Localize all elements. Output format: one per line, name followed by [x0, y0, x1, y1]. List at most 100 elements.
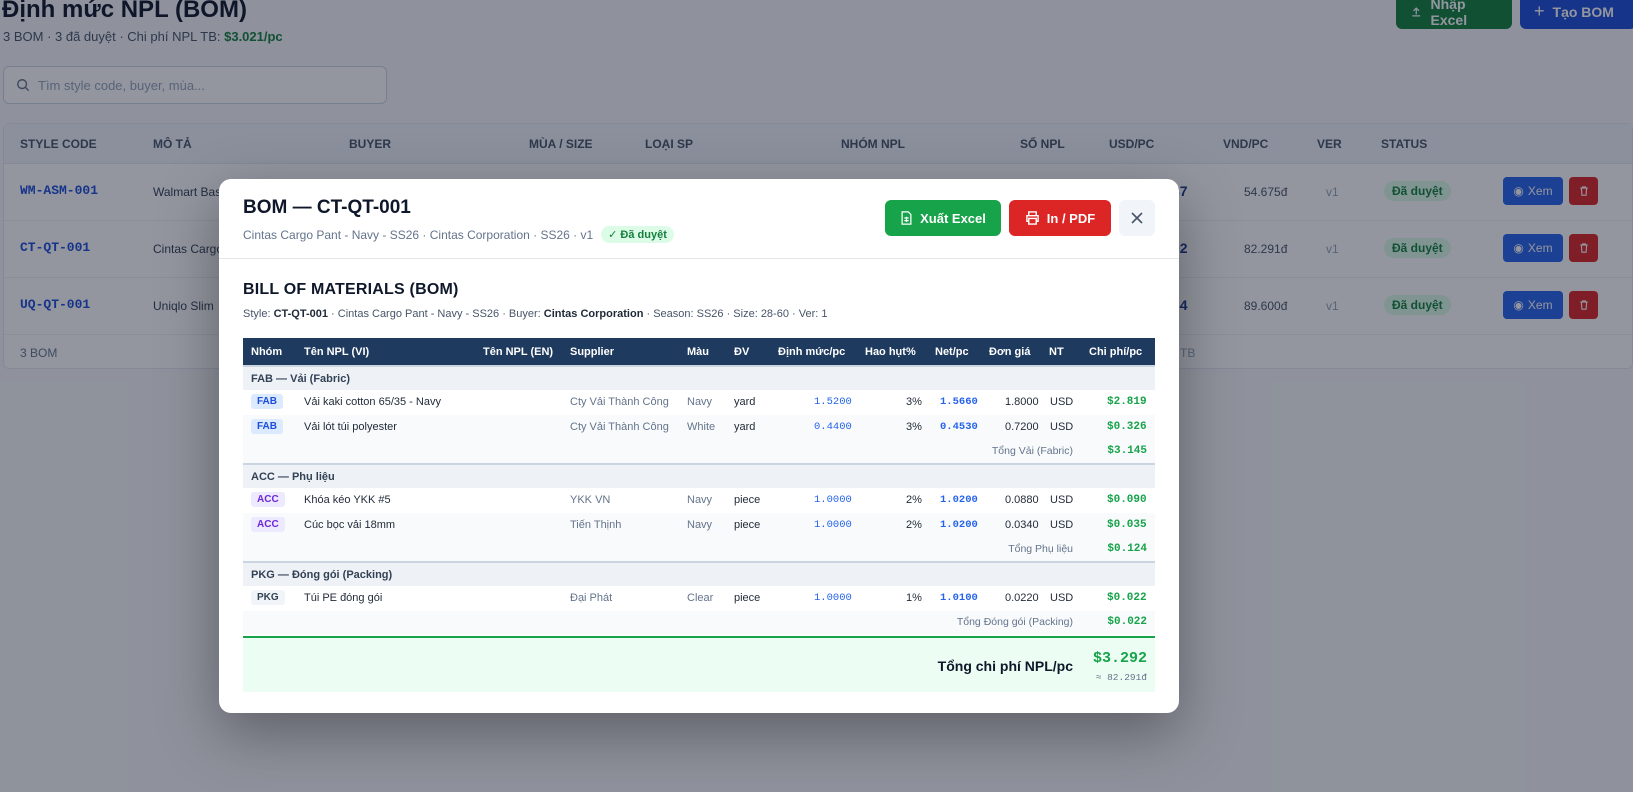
item-color: Navy: [687, 494, 713, 506]
col-unit-price: Đơn giá: [989, 346, 1031, 358]
group-label: ACC — Phụ liệu: [251, 471, 335, 483]
item-unit: yard: [734, 396, 756, 408]
item-net: 0.4530: [940, 421, 978, 433]
table-row: FAB Vải kaki cotton 65/35 - Navy Cty Vải…: [243, 390, 1155, 415]
item-price: 0.0220: [1005, 592, 1039, 604]
item-consumption: 1.5200: [814, 396, 852, 408]
meta-desc: · Cintas Cargo Pant - Navy - SS26 · Buye…: [327, 308, 544, 320]
item-currency: USD: [1050, 396, 1074, 408]
close-icon: [1131, 212, 1143, 224]
item-net: 1.5660: [940, 396, 978, 408]
group-tag: FAB: [251, 419, 283, 434]
group-subtotal: Tổng Phụ liệu $0.124: [243, 538, 1155, 561]
item-consumption: 1.0000: [814, 494, 852, 506]
modal-header: BOM — CT-QT-001 Cintas Cargo Pant - Navy…: [219, 179, 1179, 259]
item-waste: 3%: [906, 396, 922, 408]
bom-detail-modal: BOM — CT-QT-001 Cintas Cargo Pant - Navy…: [219, 179, 1179, 713]
modal-subtitle-text: Cintas Cargo Pant - Navy - SS26 · Cintas…: [243, 227, 594, 242]
item-unit: piece: [734, 519, 761, 531]
table-row: PKG Túi PE đóng gói Đại Phát Clear piece…: [243, 586, 1155, 611]
bom-table-header: Nhóm Tên NPL (VI) Tên NPL (EN) Supplier …: [243, 338, 1155, 365]
col-color: Màu: [687, 346, 709, 358]
item-unit: piece: [734, 592, 761, 604]
grand-total: Tổng chi phí NPL/pc $3.292 ≈ 82.291đ: [243, 636, 1155, 692]
item-waste: 1%: [906, 592, 922, 604]
print-pdf-button[interactable]: In / PDF: [1009, 200, 1111, 236]
item-cost: $0.090: [1107, 494, 1147, 506]
item-unit: yard: [734, 421, 756, 433]
status-badge: ✓ Đã duyệt: [601, 226, 674, 243]
item-cost: $0.035: [1107, 519, 1147, 531]
item-name: Túi PE đóng gói: [304, 592, 383, 604]
item-color: Navy: [687, 519, 713, 531]
item-cost: $0.326: [1107, 421, 1147, 433]
item-name: Khóa kéo YKK #5: [304, 494, 391, 506]
item-supplier: Tiến Thịnh: [570, 519, 622, 531]
item-currency: USD: [1050, 421, 1074, 433]
item-price: 0.0880: [1005, 494, 1039, 506]
subtotal-value: $0.022: [1107, 616, 1147, 628]
item-name: Vải kaki cotton 65/35 - Navy: [304, 396, 441, 408]
col-consumption: Định mức/pc: [778, 346, 846, 358]
item-consumption: 1.0000: [814, 519, 852, 531]
item-supplier: Cty Vải Thành Công: [570, 421, 669, 433]
item-name: Vải lót túi polyester: [304, 421, 397, 433]
group-label: FAB — Vải (Fabric): [251, 373, 351, 385]
meta-style: CT-QT-001: [273, 308, 328, 320]
group-tag: FAB: [251, 394, 283, 409]
item-unit: piece: [734, 494, 761, 506]
table-row: ACC Cúc bọc vải 18mm Tiến Thịnh Navy pie…: [243, 513, 1155, 538]
total-vnd: ≈ 82.291đ: [1095, 672, 1147, 683]
export-excel-button[interactable]: Xuất Excel: [885, 200, 1001, 236]
item-net: 1.0200: [940, 519, 978, 531]
item-price: 0.7200: [1005, 421, 1039, 433]
col-waste: Hao hụt%: [865, 346, 916, 358]
item-consumption: 1.0000: [814, 592, 852, 604]
item-waste: 3%: [906, 421, 922, 433]
export-excel-label: Xuất Excel: [920, 210, 986, 226]
item-currency: USD: [1050, 592, 1074, 604]
group-tag: ACC: [251, 517, 285, 532]
table-row: FAB Vải lót túi polyester Cty Vải Thành …: [243, 415, 1155, 440]
item-cost: $2.819: [1107, 396, 1147, 408]
bom-meta: Style: CT-QT-001 · Cintas Cargo Pant - N…: [243, 308, 827, 320]
item-color: Clear: [687, 592, 714, 604]
subtotal-label: Tổng Phụ liệu: [1008, 543, 1073, 555]
bom-heading: BILL OF MATERIALS (BOM): [243, 281, 459, 298]
print-pdf-label: In / PDF: [1046, 210, 1096, 226]
item-supplier: Đại Phát: [570, 592, 613, 604]
meta-style-label: Style:: [243, 308, 274, 320]
group-subtotal: Tổng Vải (Fabric) $3.145: [243, 440, 1155, 463]
col-unit: ĐV: [734, 346, 750, 358]
item-waste: 2%: [906, 519, 922, 531]
col-group: Nhóm: [251, 346, 283, 358]
spreadsheet-icon: [901, 211, 912, 225]
col-supplier: Supplier: [570, 346, 615, 358]
modal-title: BOM — CT-QT-001: [243, 197, 411, 218]
item-waste: 2%: [906, 494, 922, 506]
col-net: Net/pc: [935, 346, 969, 358]
item-price: 1.8000: [1005, 396, 1039, 408]
group-header-acc: ACC — Phụ liệu: [243, 463, 1155, 488]
item-name: Cúc bọc vải 18mm: [304, 519, 396, 531]
meta-rest: · Season: SS26 · Size: 28-60 · Ver: 1: [643, 308, 828, 320]
subtotal-label: Tổng Vải (Fabric): [991, 445, 1073, 457]
item-color: White: [687, 421, 716, 433]
subtotal-value: $0.124: [1107, 543, 1147, 555]
printer-icon: [1025, 211, 1039, 225]
group-tag: PKG: [251, 590, 285, 605]
group-subtotal: Tổng Đóng gói (Packing) $0.022: [243, 611, 1155, 634]
item-consumption: 0.4400: [814, 421, 852, 433]
col-currency: NT: [1049, 346, 1064, 358]
close-button[interactable]: [1119, 200, 1155, 236]
item-net: 1.0200: [940, 494, 978, 506]
group-header-pkg: PKG — Đóng gói (Packing): [243, 561, 1155, 586]
item-supplier: Cty Vải Thành Công: [570, 396, 669, 408]
group-label: PKG — Đóng gói (Packing): [251, 569, 393, 581]
total-value: $3.292: [1092, 650, 1147, 667]
item-supplier: YKK VN: [570, 494, 611, 506]
modal-subtitle: Cintas Cargo Pant - Navy - SS26 · Cintas…: [243, 226, 674, 243]
total-label: Tổng chi phí NPL/pc: [937, 658, 1073, 674]
subtotal-label: Tổng Đóng gói (Packing): [956, 616, 1073, 628]
table-row: ACC Khóa kéo YKK #5 YKK VN Navy piece 1.…: [243, 488, 1155, 513]
